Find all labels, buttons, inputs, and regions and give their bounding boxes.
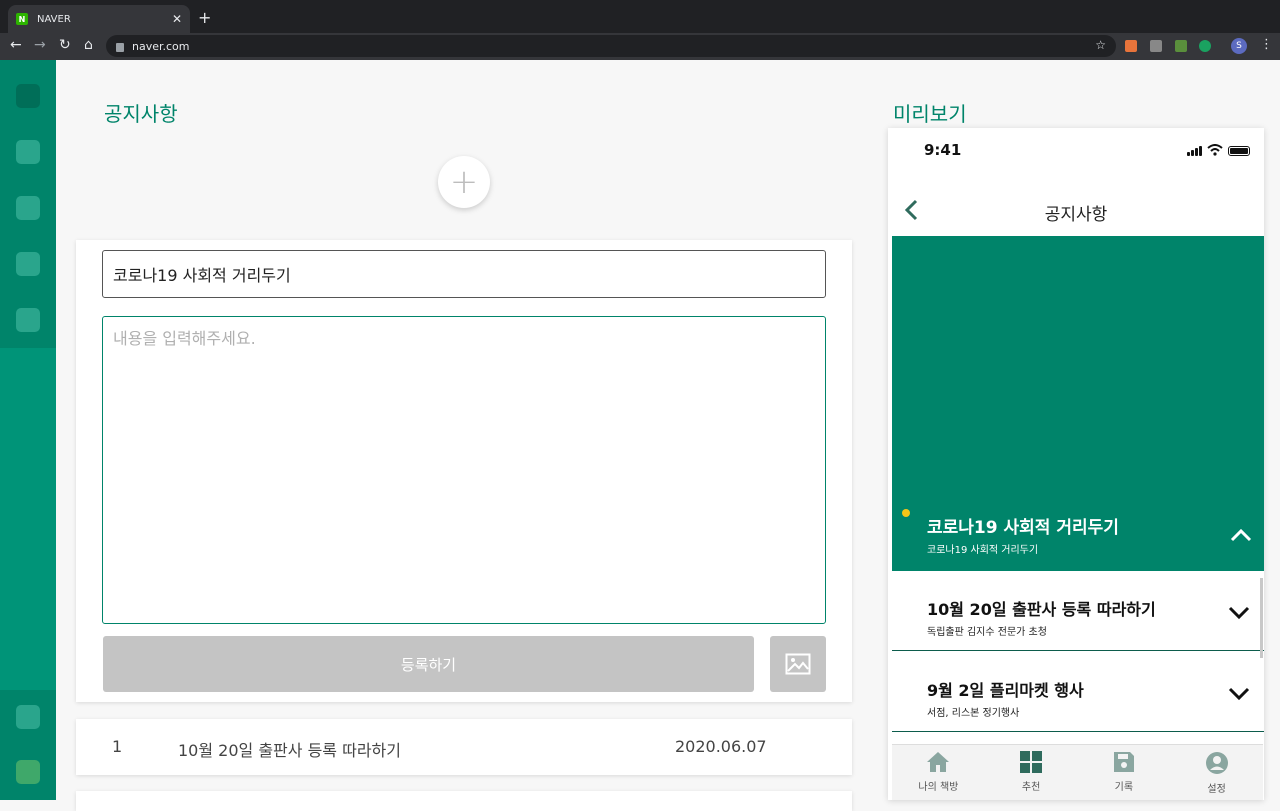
naver-favicon-icon: N — [16, 13, 28, 25]
sidebar-menu-icon[interactable] — [16, 705, 40, 729]
bottom-tab-label: 나의 책방 — [918, 782, 959, 793]
row-number: 1 — [112, 737, 123, 756]
reload-icon[interactable]: ↻ — [59, 37, 71, 53]
chevron-down-icon[interactable] — [1228, 687, 1250, 701]
new-dot-icon — [902, 509, 910, 517]
extension-icon[interactable] — [1150, 40, 1162, 52]
notice-item-subtitle: 서점, 리스본 정기행사 — [927, 708, 1020, 719]
address-bar[interactable]: naver.com ☆ — [106, 35, 1116, 57]
lock-icon — [116, 42, 124, 52]
attach-image-button[interactable] — [770, 636, 826, 692]
table-row[interactable]: 1 10월 20일 출판사 등록 따라하기 2020.06.07 — [76, 719, 852, 775]
chevron-up-icon[interactable] — [1230, 528, 1252, 542]
add-notice-button[interactable]: + — [438, 156, 490, 208]
status-icons — [1187, 144, 1250, 156]
back-icon[interactable]: ← — [10, 37, 22, 53]
new-tab-icon[interactable]: + — [198, 8, 211, 27]
submit-button[interactable]: 등록하기 — [103, 636, 754, 692]
content-textarea[interactable]: 내용을 입력해주세요. — [102, 316, 826, 624]
battery-icon — [1228, 146, 1250, 156]
phone-header-title: 공지사항 — [1044, 205, 1108, 225]
table-row[interactable] — [76, 791, 852, 811]
tab-title: NAVER — [37, 13, 71, 25]
sidebar-menu-icon[interactable] — [16, 196, 40, 220]
row-title: 10월 20일 출판사 등록 따라하기 — [178, 741, 401, 760]
save-icon — [1113, 752, 1134, 772]
row-date: 2020.06.07 — [675, 737, 767, 756]
sidebar-menu-icon[interactable] — [16, 308, 40, 332]
bottom-tab-settings[interactable]: 설정 — [1170, 745, 1263, 800]
extension-icon[interactable] — [1125, 40, 1137, 52]
bookmark-star-icon[interactable]: ☆ — [1095, 38, 1106, 52]
notice-editor-card: 코로나19 사회적 거리두기 내용을 입력해주세요. 등록하기 — [76, 240, 852, 702]
preview-title: 미리보기 — [893, 102, 967, 126]
left-sidebar — [0, 60, 56, 800]
sidebar-menu-icon[interactable] — [16, 140, 40, 164]
sidebar-bottom-group — [0, 690, 56, 800]
sidebar-user-icon[interactable] — [16, 760, 40, 784]
bottom-tab-record[interactable]: 기록 — [1078, 745, 1171, 800]
close-tab-icon[interactable]: ✕ — [172, 12, 182, 26]
bottom-tab-my-bookstore[interactable]: 나의 책방 — [892, 745, 985, 800]
expanded-notice-title: 코로나19 사회적 거리두기 — [927, 518, 1119, 538]
url-text: naver.com — [132, 39, 190, 53]
image-icon — [785, 653, 811, 675]
expanded-notice-subtitle: 코로나19 사회적 거리두기 — [927, 545, 1039, 556]
signal-icon — [1187, 146, 1202, 156]
grammarly-icon[interactable] — [1199, 40, 1211, 52]
notice-item-title: 10월 20일 출판사 등록 따라하기 — [927, 600, 1156, 619]
browser-menu-icon[interactable]: ⋮ — [1260, 37, 1273, 52]
phone-preview: 9:41 공지사항 코로나19 사회적 거리두기 코로나19 사회적 거리두기 … — [888, 128, 1264, 800]
notice-item-title: 9월 2일 플리마켓 행사 — [927, 681, 1084, 700]
browser-toolbar: ← → ↻ ⌂ naver.com ☆ S ⋮ — [0, 33, 1280, 60]
page-title: 공지사항 — [104, 102, 178, 126]
chevron-down-icon[interactable] — [1228, 606, 1250, 620]
expanded-notice[interactable]: 코로나19 사회적 거리두기 코로나19 사회적 거리두기 — [892, 236, 1264, 571]
title-input[interactable]: 코로나19 사회적 거리두기 — [102, 250, 826, 298]
home-browser-icon[interactable]: ⌂ — [84, 37, 93, 53]
list-item[interactable]: 10월 20일 출판사 등록 따라하기 독립출판 김지수 전문가 초청 — [892, 571, 1264, 651]
status-time: 9:41 — [924, 141, 962, 159]
extension-icon[interactable] — [1175, 40, 1187, 52]
sidebar-logo-icon[interactable] — [16, 84, 40, 108]
user-circle-icon — [1205, 752, 1228, 774]
notice-item-subtitle: 독립출판 김지수 전문가 초청 — [927, 627, 1047, 638]
list-item[interactable]: 9월 2일 플리마켓 행사 서점, 리스본 정기행사 — [892, 652, 1264, 732]
sidebar-menu-icon[interactable] — [16, 252, 40, 276]
profile-avatar[interactable]: S — [1231, 38, 1247, 54]
browser-tab-strip: N NAVER ✕ + — [0, 0, 1280, 33]
forward-icon[interactable]: → — [34, 37, 46, 53]
browser-tab[interactable]: N NAVER ✕ — [8, 5, 190, 33]
scrollbar[interactable] — [1260, 578, 1263, 658]
phone-bottom-nav: 나의 책방 추천 기록 설정 — [892, 744, 1263, 800]
sidebar-top-group — [0, 60, 56, 348]
home-icon — [927, 752, 950, 772]
wifi-icon — [1207, 144, 1223, 156]
bottom-tab-label: 기록 — [1114, 782, 1134, 793]
bottom-tab-label: 추천 — [1021, 782, 1041, 793]
grid-icon — [1020, 751, 1043, 773]
bottom-tab-recommend[interactable]: 추천 — [985, 745, 1078, 800]
bottom-tab-label: 설정 — [1207, 784, 1226, 795]
